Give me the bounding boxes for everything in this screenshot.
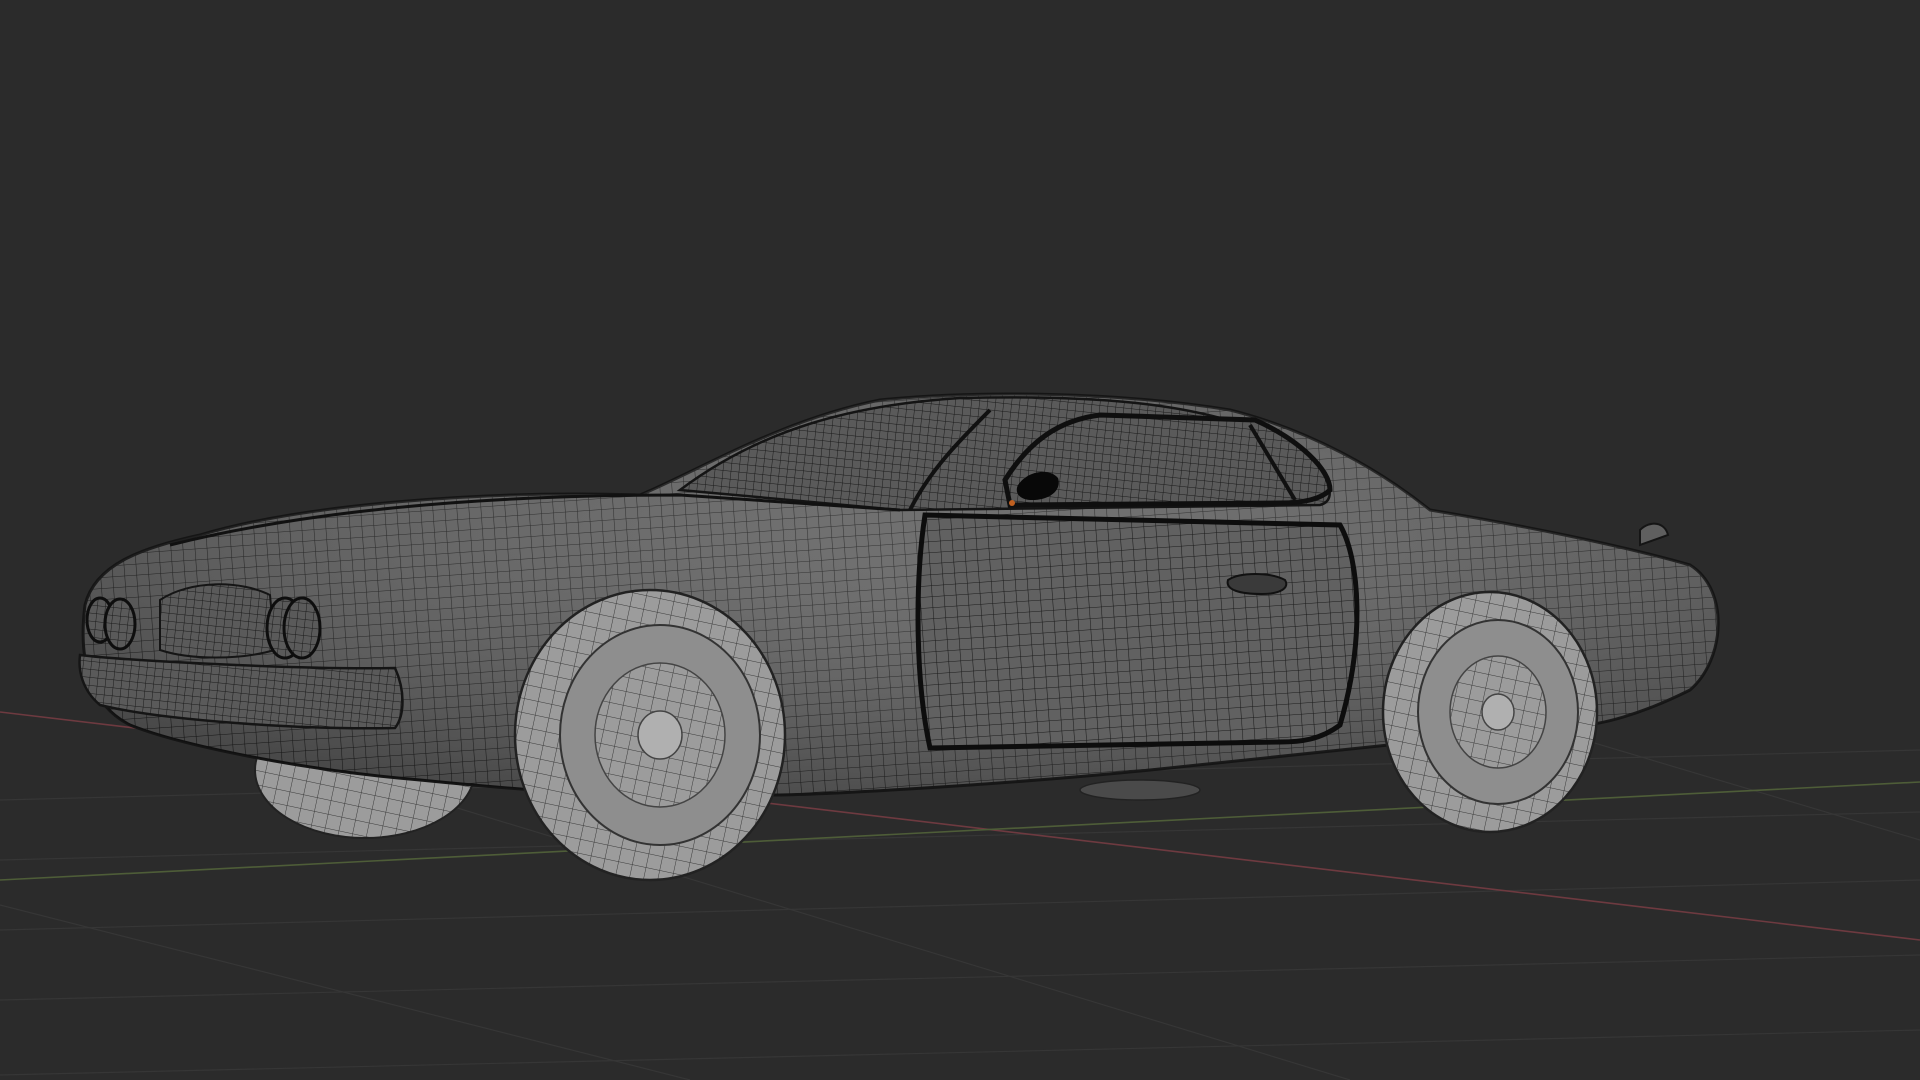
viewport-canvas[interactable] bbox=[0, 0, 1920, 1080]
underbody-part bbox=[1079, 779, 1201, 801]
front-hubcap bbox=[637, 710, 683, 760]
front-wheel[interactable] bbox=[513, 588, 787, 882]
headlight-inner-left bbox=[103, 597, 137, 651]
front-grille bbox=[159, 583, 277, 659]
rear-hubcap bbox=[1481, 693, 1515, 731]
mirror-origin-dot bbox=[1009, 500, 1015, 506]
door-panel bbox=[915, 512, 1360, 751]
3d-viewport[interactable] bbox=[0, 0, 1920, 1080]
headlight-outer-right bbox=[282, 596, 322, 660]
rear-spoiler bbox=[1639, 522, 1670, 547]
door-handle bbox=[1226, 573, 1288, 596]
rear-wheel[interactable] bbox=[1381, 590, 1599, 834]
